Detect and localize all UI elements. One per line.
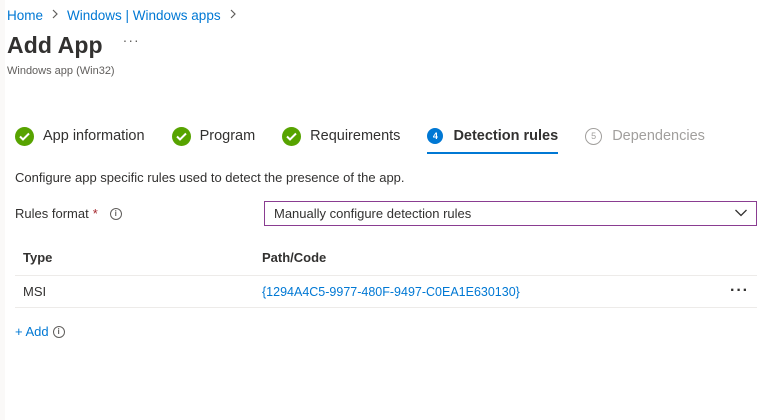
table-header: Type Path/Code — [15, 240, 757, 276]
info-icon[interactable]: i — [52, 325, 65, 338]
section-description: Configure app specific rules used to det… — [15, 170, 405, 185]
checkmark-circle-icon — [15, 126, 34, 146]
step-requirements[interactable]: Requirements — [282, 124, 400, 148]
add-row: + Add i — [15, 324, 65, 339]
page-subtitle: Windows app (Win32) — [7, 65, 115, 77]
step-dependencies[interactable]: 5 Dependencies — [585, 124, 705, 148]
breadcrumb-windows-apps[interactable]: Windows | Windows apps — [67, 8, 221, 23]
checkmark-circle-icon — [171, 126, 191, 146]
cell-path: {1294A4C5-9977-480F-9497-C0EA1E630130} — [254, 284, 757, 299]
breadcrumb-home[interactable]: Home — [7, 8, 43, 23]
chevron-right-icon — [52, 8, 59, 22]
step-program[interactable]: Program — [171, 124, 256, 148]
step-label: App information — [43, 128, 145, 144]
rules-format-selected: Manually configure detection rules — [274, 206, 472, 221]
step-label: Dependencies — [612, 128, 705, 144]
step-detection-rules[interactable]: 4 Detection rules — [427, 124, 559, 154]
chevron-right-icon — [230, 8, 237, 22]
info-icon[interactable]: i — [109, 207, 122, 220]
detection-rules-table: Type Path/Code MSI {1294A4C5-9977-480F-9… — [15, 240, 757, 308]
table-row[interactable]: MSI {1294A4C5-9977-480F-9497-C0EA1E63013… — [15, 276, 757, 308]
more-horizontal-icon[interactable]: ··· — [123, 32, 140, 48]
left-gutter — [0, 0, 5, 420]
step-app-information[interactable]: App information — [15, 124, 145, 148]
breadcrumb: Home Windows | Windows apps — [7, 6, 245, 24]
add-rule-button[interactable]: + Add — [15, 324, 49, 339]
step-label: Detection rules — [453, 128, 559, 144]
step-number-badge: 4 — [427, 128, 444, 144]
cell-type: MSI — [23, 284, 47, 299]
chevron-down-icon — [734, 206, 748, 223]
wizard-steps: App information Program Requirements 4 D… — [15, 124, 732, 154]
checkmark-circle-icon — [282, 126, 302, 146]
required-marker: * — [92, 206, 98, 221]
path-code-link[interactable]: {1294A4C5-9977-480F-9497-C0EA1E630130} — [262, 285, 520, 299]
rules-format-dropdown[interactable]: Manually configure detection rules — [264, 201, 757, 226]
step-label: Program — [199, 128, 256, 144]
column-header-path: Path/Code — [262, 250, 327, 265]
step-label: Requirements — [310, 128, 401, 144]
more-horizontal-icon[interactable]: ··· — [730, 282, 749, 300]
rules-format-text: Rules format — [15, 206, 89, 221]
rules-format-label: Rules format * i — [15, 206, 122, 221]
page-title: Add App — [7, 32, 103, 58]
column-header-type: Type — [23, 250, 53, 265]
step-number-badge: 5 — [585, 127, 603, 145]
title-row: Add App ··· — [7, 32, 140, 59]
